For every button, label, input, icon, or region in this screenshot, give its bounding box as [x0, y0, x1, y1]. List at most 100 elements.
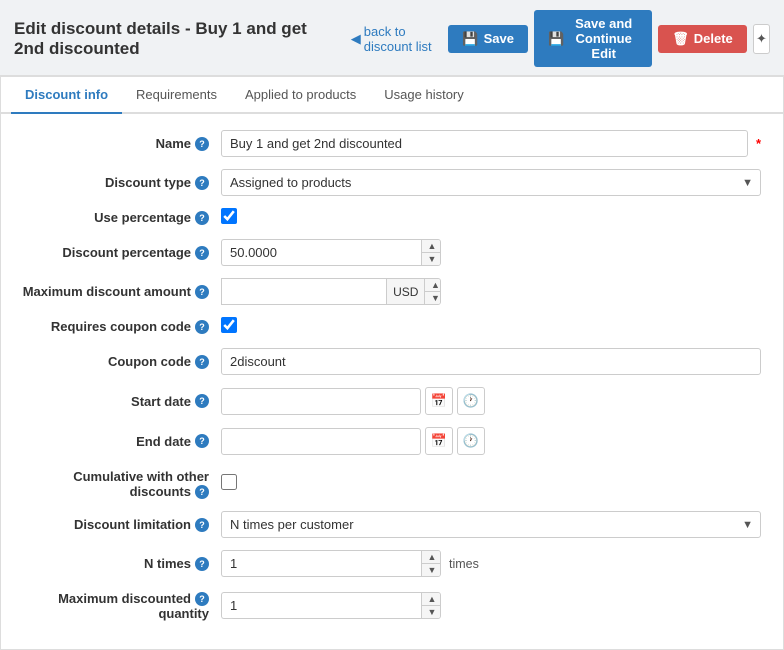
calendar-icon: 📅 — [431, 393, 447, 409]
n-times-up-button[interactable]: ▲ — [422, 551, 441, 564]
discount-type-wrapper: Assigned to products Assigned to categor… — [221, 169, 761, 196]
start-date-input[interactable] — [221, 388, 421, 415]
name-row: Name ? * — [21, 130, 763, 157]
tab-requirements[interactable]: Requirements — [122, 77, 231, 114]
end-date-help-icon[interactable]: ? — [195, 434, 209, 448]
discount-type-select[interactable]: Assigned to products Assigned to categor… — [221, 169, 761, 196]
max-discount-spinners: ▲ ▼ — [424, 278, 441, 305]
start-date-label: Start date ? — [21, 394, 221, 409]
discount-percentage-number-wrapper: ▲ ▼ — [221, 239, 441, 266]
max-discounted-qty-label: Maximum discounted ? quantity — [21, 589, 221, 621]
n-times-row: N times ? ▲ ▼ times — [21, 550, 763, 577]
page-header: Edit discount details - Buy 1 and get 2n… — [0, 0, 784, 76]
max-discounted-qty-up-button[interactable]: ▲ — [422, 593, 441, 606]
requires-coupon-help-icon[interactable]: ? — [195, 320, 209, 334]
form-body: Name ? * Discount type ? Assigned to pro… — [1, 114, 783, 649]
max-discounted-qty-down-button[interactable]: ▼ — [422, 606, 441, 618]
discount-percentage-control: ▲ ▼ — [221, 239, 761, 266]
end-date-row: End date ? 📅 🕐 — [21, 427, 763, 455]
page-title: Edit discount details - Buy 1 and get 2n… — [14, 19, 341, 59]
discount-type-help-icon[interactable]: ? — [195, 176, 209, 190]
requires-coupon-control — [221, 317, 761, 336]
tab-usage-history[interactable]: Usage history — [370, 77, 477, 114]
start-date-wrapper: 📅 🕐 — [221, 387, 761, 415]
max-discounted-qty-wrapper: ▲ ▼ — [221, 592, 441, 619]
requires-coupon-checkbox[interactable] — [221, 317, 237, 333]
cumulative-help-icon[interactable]: ? — [195, 485, 209, 499]
clock-icon: 🕐 — [463, 393, 479, 409]
use-percentage-label: Use percentage ? — [21, 210, 221, 225]
discount-percentage-row: Discount percentage ? ▲ ▼ — [21, 239, 763, 266]
n-times-number-wrapper: ▲ ▼ — [221, 550, 441, 577]
discount-limitation-wrapper: N times per customer N times only Unlimi… — [221, 511, 761, 538]
discount-percentage-label: Discount percentage ? — [21, 245, 221, 260]
delete-button[interactable]: 🗑 Delete — [658, 25, 747, 53]
start-date-clock-button[interactable]: 🕐 — [457, 387, 485, 415]
name-field-wrapper: * — [221, 130, 761, 157]
back-arrow-icon: ◀ — [351, 31, 361, 47]
end-date-clock-button[interactable]: 🕐 — [457, 427, 485, 455]
corner-icon: ✦ — [756, 31, 767, 47]
max-discount-wrapper: USD ▲ ▼ — [221, 278, 441, 305]
use-percentage-help-icon[interactable]: ? — [195, 211, 209, 225]
max-discounted-qty-spinners: ▲ ▼ — [421, 592, 441, 619]
n-times-down-button[interactable]: ▼ — [422, 564, 441, 576]
name-input[interactable] — [221, 130, 748, 157]
name-help-icon[interactable]: ? — [195, 137, 209, 151]
delete-icon: 🗑 — [672, 31, 689, 47]
discount-limitation-help-icon[interactable]: ? — [195, 518, 209, 532]
max-discount-amount-label: Maximum discount amount ? — [21, 284, 221, 299]
start-date-calendar-button[interactable]: 📅 — [425, 387, 453, 415]
max-discount-amount-input[interactable] — [221, 278, 386, 305]
tab-discount-info[interactable]: Discount info — [11, 77, 122, 114]
max-discount-down-button[interactable]: ▼ — [425, 292, 441, 304]
save-continue-button[interactable]: 💾 Save and Continue Edit — [534, 10, 652, 67]
save-button[interactable]: 💾 Save — [448, 25, 528, 53]
discount-type-label: Discount type ? — [21, 175, 221, 190]
save-continue-icon: 💾 — [548, 31, 564, 47]
end-date-calendar-button[interactable]: 📅 — [425, 427, 453, 455]
coupon-code-input[interactable] — [221, 348, 761, 375]
cumulative-checkbox[interactable] — [221, 474, 237, 490]
use-percentage-checkbox[interactable] — [221, 208, 237, 224]
calendar-icon-2: 📅 — [431, 433, 447, 449]
name-required-star: * — [756, 136, 761, 151]
max-discounted-qty-input[interactable] — [221, 592, 421, 619]
cumulative-row: Cumulative with other discounts ? — [21, 467, 763, 499]
n-times-help-icon[interactable]: ? — [195, 557, 209, 571]
end-date-wrapper: 📅 🕐 — [221, 427, 761, 455]
max-discount-up-button[interactable]: ▲ — [425, 279, 441, 292]
n-times-inner: ▲ ▼ times — [221, 550, 761, 577]
start-date-control: 📅 🕐 — [221, 387, 761, 415]
discount-percentage-help-icon[interactable]: ? — [195, 246, 209, 260]
discount-limitation-select[interactable]: N times per customer N times only Unlimi… — [221, 511, 761, 538]
requires-coupon-label: Requires coupon code ? — [21, 319, 221, 334]
use-percentage-control — [221, 208, 761, 227]
n-times-input[interactable] — [221, 550, 421, 577]
corner-menu-button[interactable]: ✦ — [753, 24, 770, 54]
end-date-label: End date ? — [21, 434, 221, 449]
max-discount-amount-row: Maximum discount amount ? USD ▲ ▼ — [21, 278, 763, 305]
n-times-control: ▲ ▼ times — [221, 550, 761, 577]
coupon-code-help-icon[interactable]: ? — [195, 355, 209, 369]
start-date-row: Start date ? 📅 🕐 — [21, 387, 763, 415]
cumulative-label: Cumulative with other discounts ? — [21, 467, 221, 499]
coupon-code-label: Coupon code ? — [21, 354, 221, 369]
max-discounted-qty-help-icon[interactable]: ? — [195, 592, 209, 606]
discount-percentage-up-button[interactable]: ▲ — [422, 240, 441, 253]
discount-percentage-input[interactable] — [221, 239, 421, 266]
back-to-list-link[interactable]: ◀ back to discount list — [351, 24, 449, 54]
end-date-input[interactable] — [221, 428, 421, 455]
discount-limitation-row: Discount limitation ? N times per custom… — [21, 511, 763, 538]
title-area: Edit discount details - Buy 1 and get 2n… — [14, 19, 448, 59]
discount-percentage-down-button[interactable]: ▼ — [422, 253, 441, 265]
max-discount-amount-help-icon[interactable]: ? — [195, 285, 209, 299]
n-times-spinners: ▲ ▼ — [421, 550, 441, 577]
cumulative-control — [221, 474, 761, 493]
start-date-help-icon[interactable]: ? — [195, 394, 209, 408]
end-date-control: 📅 🕐 — [221, 427, 761, 455]
tab-applied-to-products[interactable]: Applied to products — [231, 77, 370, 114]
header-actions: 💾 Save 💾 Save and Continue Edit 🗑 Delete… — [448, 10, 770, 67]
max-discount-amount-control: USD ▲ ▼ — [221, 278, 761, 305]
discount-type-row: Discount type ? Assigned to products Ass… — [21, 169, 763, 196]
